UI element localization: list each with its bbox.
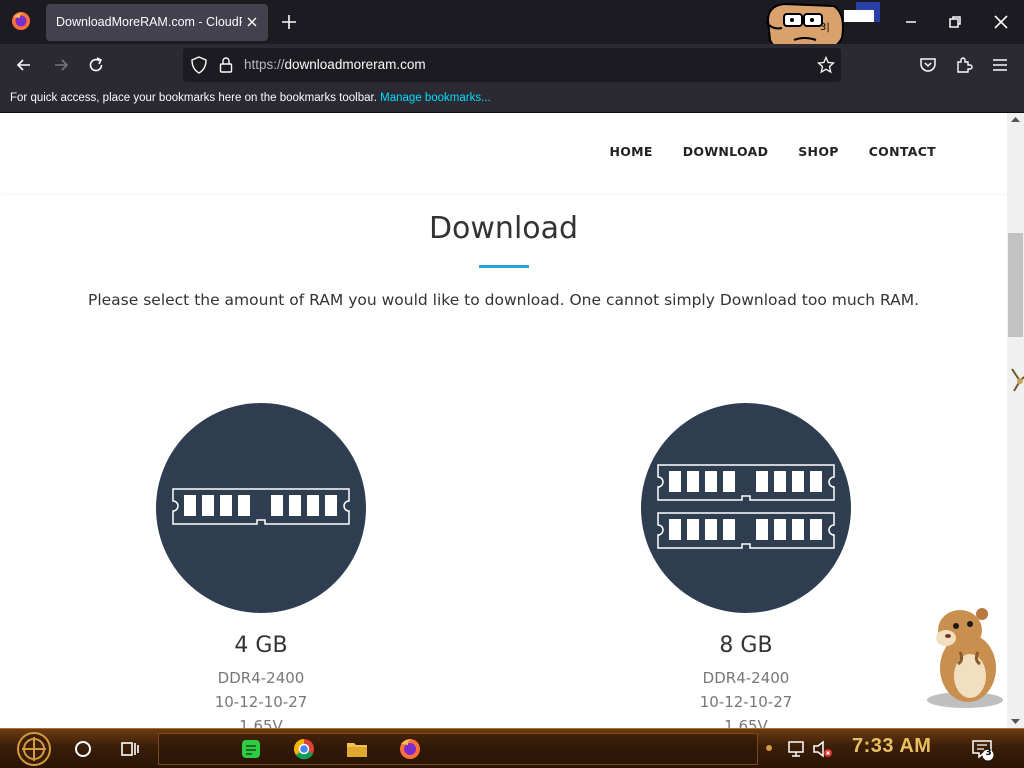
- bookmarks-toolbar: For quick access, place your bookmarks h…: [0, 86, 1024, 113]
- scroll-up-arrow-icon[interactable]: [1011, 115, 1020, 124]
- forward-icon[interactable]: [51, 55, 71, 75]
- url-domain: downloadmoreram.com: [284, 57, 426, 72]
- taskbar: 7:33 AM 3: [0, 728, 1024, 768]
- scrollbar-thumb[interactable]: [1008, 233, 1023, 337]
- site-header: HOME DOWNLOAD SHOP CONTACT: [0, 113, 1007, 193]
- hamster-desktop-pet-image: [927, 608, 1003, 708]
- nav-download-link[interactable]: DOWNLOAD: [683, 144, 769, 159]
- navigation-toolbar: https://downloadmoreram.com: [0, 44, 1024, 86]
- ram-4gb-name: 4 GB: [234, 633, 288, 658]
- desktop-pet-bird-image: [1011, 368, 1024, 392]
- show-hidden-icons-icon[interactable]: [764, 743, 774, 753]
- nav-contact-link[interactable]: CONTACT: [869, 144, 936, 159]
- ram-8gb-circle[interactable]: [641, 403, 851, 613]
- firefox-taskbar-icon[interactable]: [398, 737, 422, 761]
- ram-modules-icon: [657, 464, 835, 549]
- nav-shop-link[interactable]: SHOP: [798, 144, 838, 159]
- site-nav: HOME DOWNLOAD SHOP CONTACT: [609, 144, 936, 159]
- svg-text:3|: 3|: [820, 22, 830, 33]
- start-button-icon[interactable]: [12, 731, 56, 767]
- extensions-icon[interactable]: [954, 55, 974, 75]
- pocket-icon[interactable]: [918, 55, 938, 75]
- network-icon[interactable]: [786, 737, 810, 761]
- notification-center-button[interactable]: 3: [970, 737, 994, 761]
- ram-8gb-type: DDR4-2400: [702, 669, 790, 687]
- ram-4gb-timing: 10-12-10-27: [214, 693, 308, 711]
- cortana-search-icon[interactable]: [71, 737, 95, 761]
- file-explorer-icon[interactable]: [345, 737, 369, 761]
- minimize-icon[interactable]: [901, 12, 921, 32]
- taskbar-apps-panel: [158, 733, 758, 765]
- tab-downloadmoreram[interactable]: DownloadMoreRAM.com - CloudR: [46, 4, 268, 41]
- page-viewport: HOME DOWNLOAD SHOP CONTACT Download Plea…: [0, 113, 1007, 728]
- bookmarks-message: For quick access, place your bookmarks h…: [10, 92, 377, 104]
- bookmarks-hint: For quick access, place your bookmarks h…: [10, 92, 491, 104]
- title-bar: DownloadMoreRAM.com - CloudR 3|: [0, 0, 1024, 58]
- hamburger-menu-icon[interactable]: [990, 55, 1010, 75]
- section-title: Download: [428, 211, 579, 246]
- ram-8gb-timing: 10-12-10-27: [699, 693, 793, 711]
- volume-muted-icon[interactable]: [810, 737, 834, 761]
- notes-app-icon[interactable]: [239, 737, 263, 761]
- tracking-protection-shield-icon[interactable]: [191, 56, 207, 74]
- url-text[interactable]: https://downloadmoreram.com: [244, 57, 426, 72]
- manage-bookmarks-link[interactable]: Manage bookmarks...: [380, 92, 491, 104]
- chrome-icon[interactable]: [292, 737, 316, 761]
- url-bar[interactable]: https://downloadmoreram.com: [183, 48, 841, 82]
- taskbar-clock[interactable]: 7:33 AM: [852, 735, 931, 758]
- tab-title: DownloadMoreRAM.com - CloudR: [56, 15, 242, 29]
- ram-module-icon: [172, 488, 350, 525]
- ram-8gb-voltage: 1.65V: [724, 717, 768, 728]
- scroll-down-arrow-icon[interactable]: [1011, 717, 1020, 726]
- close-tab-icon[interactable]: [244, 14, 260, 30]
- restore-icon[interactable]: [945, 12, 965, 32]
- ram-4gb-circle[interactable]: [156, 403, 366, 613]
- reload-icon[interactable]: [86, 55, 106, 75]
- ram-card-4gb[interactable]: 4 GB DDR4-2400 10-12-10-27 1.65V: [156, 403, 366, 728]
- ram-8gb-name: 8 GB: [719, 633, 773, 658]
- firefox-menu-icon[interactable]: [11, 11, 31, 31]
- notification-count: 3: [985, 748, 992, 758]
- bookmark-star-icon[interactable]: [817, 56, 835, 74]
- ram-4gb-type: DDR4-2400: [217, 669, 305, 687]
- lock-icon[interactable]: [219, 56, 233, 74]
- url-protocol: https://: [244, 57, 285, 72]
- nav-home-link[interactable]: HOME: [609, 144, 652, 159]
- task-view-icon[interactable]: [118, 737, 142, 761]
- title-underline: [479, 265, 529, 268]
- close-window-icon[interactable]: [991, 12, 1011, 32]
- new-tab-icon[interactable]: [280, 13, 298, 31]
- ram-4gb-voltage: 1.65V: [239, 717, 283, 728]
- ram-card-8gb[interactable]: 8 GB DDR4-2400 10-12-10-27 1.65V: [641, 403, 851, 728]
- back-icon[interactable]: [14, 55, 34, 75]
- section-subtitle: Please select the amount of RAM you woul…: [87, 291, 920, 309]
